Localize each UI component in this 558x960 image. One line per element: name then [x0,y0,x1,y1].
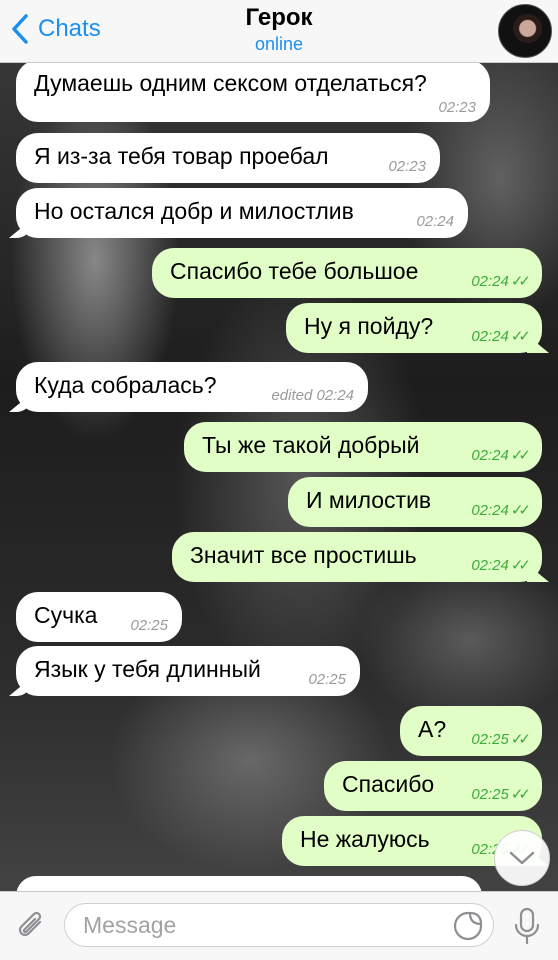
message-time: 02:24 ✓✓ [471,557,531,574]
avatar[interactable] [498,4,552,58]
read-checks-icon: ✓✓ [510,273,531,290]
message-input[interactable] [64,903,494,947]
message-out[interactable]: И милостив 02:24 ✓✓ [288,477,542,527]
read-checks-icon: ✓✓ [510,786,531,803]
message-text: Язык у тебя длинный [34,656,261,682]
message-time: 02:25✓✓ [471,731,531,748]
mic-icon[interactable] [512,906,542,946]
message-out[interactable]: Спасибо тебе большое 02:24 ✓✓ [152,248,542,298]
read-checks-icon: ✓✓ [510,502,531,519]
message-text: А? [418,716,447,742]
message-out[interactable]: Ты же такой добрый 02:24 ✓✓ [184,422,542,472]
message-in[interactable]: Но остался добр и милостлив 02:24 [16,188,468,238]
message-time: 02:24 ✓✓ [471,502,531,519]
message-time: 02:24 ✓✓ [471,447,531,464]
message-out[interactable]: Ну я пойду? 02:24 ✓✓ [286,303,542,353]
message-time: 02:24 [416,213,454,230]
message-text: Куда собралась? [34,372,217,398]
message-text: И милостив [306,487,432,513]
message-time: 02:23 [438,99,476,116]
message-input-bar [0,891,558,960]
message-in[interactable]: Думаешь одним сексом отделаться? 02:23 [16,60,490,122]
message-time: 02:24 ✓✓ [471,273,531,290]
message-text: Спасибо тебе большое [170,258,419,284]
read-checks-icon: ✓✓ [510,731,531,748]
message-text: Ну я пойду? [304,313,434,339]
message-in[interactable]: Я из-за тебя товар проебал 02:23 [16,133,440,183]
message-text: Но остался добр и милостлив [34,198,354,224]
chevron-down-icon [509,851,535,865]
message-time: 02:25✓✓ [471,786,531,803]
message-time: 02:24 ✓✓ [471,328,531,345]
message-out[interactable]: Значит все простишь 02:24 ✓✓ [172,532,542,582]
sticker-icon[interactable] [452,910,484,942]
message-text: Ты же такой добрый [202,432,420,458]
read-checks-icon: ✓✓ [510,447,531,464]
message-out[interactable]: Спасибо 02:25 ✓✓ [324,761,542,811]
message-text: Значит все простишь [190,542,417,568]
message-in[interactable]: Язык у тебя длинный 02:25 [16,646,360,696]
message-time: 02:25 [308,671,346,688]
message-in[interactable]: Куда собралась? edited 02:24 [16,362,368,412]
message-time: edited 02:24 [271,387,354,404]
chat-status: online [254,34,304,54]
read-checks-icon: ✓✓ [510,557,531,574]
attach-icon[interactable] [14,908,50,944]
message-text: Не жалуюсь [300,826,430,852]
message-text: Я из-за тебя товар проебал [34,143,329,169]
message-text: Думаешь одним сексом отделаться? [34,70,427,96]
read-checks-icon: ✓✓ [510,328,531,345]
scroll-to-bottom-button[interactable] [494,830,550,886]
message-in[interactable]: Сучка 02:25 [16,592,182,642]
chat-title-block[interactable]: Герок online [0,4,558,55]
message-text: Спасибо [342,771,435,797]
chat-header: Chats Герок online [0,0,558,63]
message-out[interactable]: А? 02:25 ✓✓ [400,706,542,756]
message-time: 02:25 [130,617,168,634]
chat-title: Герок [245,4,313,31]
message-text: Сучка [34,602,98,628]
message-time: 02:23 [388,158,426,175]
